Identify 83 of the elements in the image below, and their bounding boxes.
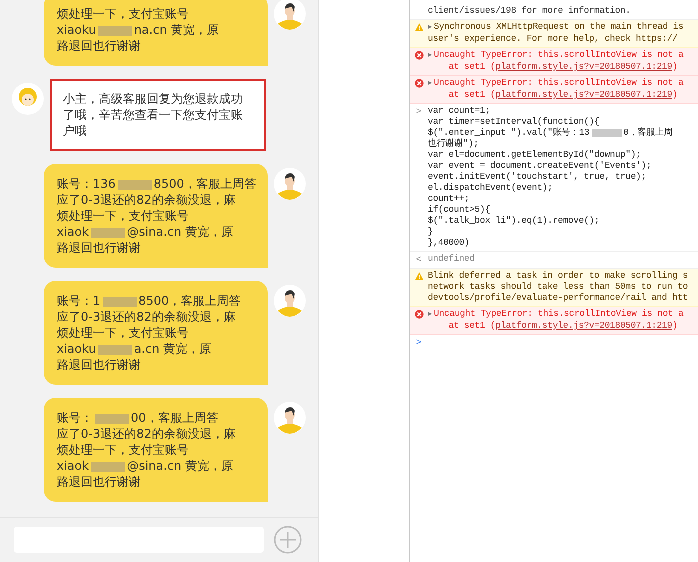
error-icon [414, 79, 424, 88]
console-marker: < [416, 255, 422, 266]
console-marker: > [416, 338, 422, 349]
console-text: at set1 ( [448, 321, 496, 331]
message-text: 户哦 [63, 124, 87, 138]
console-text: 0，客服上周 [624, 128, 673, 138]
message-text: xiaok [57, 459, 90, 473]
user-avatar-icon [274, 0, 306, 30]
message-text: 应了0-3退还的82的余额没退，麻 [57, 193, 236, 207]
console-text: undefined [428, 254, 475, 264]
message-text: 应了0-3退还的82的余额没退，麻 [57, 310, 236, 324]
redacted-blur [91, 228, 126, 238]
source-link[interactable]: platform.style.js?v=20180507.1:219 [496, 62, 672, 72]
message-text: xiaoku [57, 23, 96, 37]
redacted-blur [98, 344, 132, 355]
message-text: 8500，客服上周答 [154, 177, 256, 191]
message-text: xiaoku [57, 342, 96, 356]
source-link[interactable]: platform.style.js?v=20180507.1:219 [496, 321, 672, 331]
message-text: 烦处理一下，支付宝账号 [57, 326, 189, 340]
console-text: user's experience. For more help, check https:// [428, 34, 678, 44]
message-text: 账号： [57, 411, 93, 425]
console-text: ) [672, 62, 678, 72]
redacted-blur [91, 462, 126, 472]
console-text: var timer=setInterval(function(){ [428, 117, 600, 127]
message-text: xiaok [57, 225, 90, 239]
console-text: } [428, 227, 434, 237]
message-text: 小主，高级客服回复为您退款成功 [63, 92, 243, 106]
user-avatar-icon [274, 285, 306, 317]
console-text: Blink deferred a task in order to make scrolling s [428, 271, 688, 281]
console-text: 也行谢谢"); [428, 139, 479, 149]
source-link[interactable]: platform.style.js?v=20180507.1:219 [496, 90, 672, 100]
console-text: Uncaught TypeError: this.scrollIntoView is not a [434, 78, 684, 88]
message-text: 路退回也行谢谢 [57, 241, 141, 255]
console-text: Uncaught TypeError: this.scrollIntoView is not a [434, 50, 684, 60]
console-text: Uncaught TypeError: this.scrollIntoView is not a [434, 309, 684, 319]
message-text: 路退回也行谢谢 [57, 39, 141, 53]
message-text: 了哦，辛苦您查看一下您支付宝账 [63, 108, 243, 122]
message-text: 烦处理一下，支付宝账号 [57, 7, 189, 21]
message-text: @sina.cn 黄宽，原 [127, 225, 234, 239]
message-text: 账号：1 [57, 294, 101, 308]
message-text: 00，客服上周答 [131, 411, 218, 425]
redacted-blur [95, 414, 129, 424]
console-text: var count=1; [428, 106, 490, 116]
agent-avatar-icon [12, 83, 44, 115]
error-icon [414, 51, 424, 60]
redacted-blur [118, 180, 152, 190]
console-text: at set1 ( [448, 90, 496, 100]
redacted-blur [592, 128, 622, 137]
redacted-blur [98, 26, 132, 36]
plus-icon[interactable] [274, 526, 302, 554]
message-text: 路退回也行谢谢 [57, 475, 141, 489]
message-text: na.cn 黄宽，原 [134, 23, 220, 37]
message-text: 8500，客服上周答 [138, 294, 242, 308]
console-text: var el=document.getElementById("downup"); [428, 150, 642, 160]
console-text: if(count>5){ [428, 205, 490, 215]
user-avatar-icon [274, 168, 306, 200]
warning-icon [414, 23, 424, 32]
message-text: 烦处理一下，支付宝账号 [57, 209, 189, 223]
redacted-blur [102, 296, 137, 307]
console-text: devtools/profile/evaluate-performance/rail and htt [428, 293, 688, 303]
console-text: var event = document.createEvent('Events'); [428, 161, 652, 171]
console-text: ) [672, 90, 678, 100]
console-text: count++; [428, 194, 470, 204]
console-text: },40000) [428, 238, 470, 248]
console-text: $(".enter_input ").val("账号：13 [428, 128, 590, 138]
message-text: a.cn 黄宽，原 [134, 342, 212, 356]
error-icon [414, 310, 424, 319]
message-text: @sina.cn 黄宽，原 [127, 459, 234, 473]
console-text: ) [672, 321, 678, 331]
console-text: $(".talk_box li").eq(1).remove(); [428, 216, 600, 226]
console-text: event.initEvent('touchstart', true, true); [428, 172, 646, 182]
console-text: el.dispatchEvent(event); [428, 183, 553, 193]
user-avatar-icon [274, 402, 306, 434]
console-text: Synchronous XMLHttpRequest on the main thread is [434, 22, 684, 32]
message-text: 路退回也行谢谢 [57, 358, 141, 372]
message-text: 账号：136 [57, 177, 116, 191]
warning-icon [414, 272, 424, 281]
message-text: 应了0-3退还的82的余额没退，麻 [57, 427, 236, 441]
console-text: client/issues/198 for more information. [428, 6, 631, 16]
console-text: at set1 ( [448, 62, 496, 72]
console-marker: > [416, 107, 422, 119]
console-text: network tasks should take less than 50ms to run to [428, 282, 688, 292]
message-text: 烦处理一下，支付宝账号 [57, 443, 189, 457]
